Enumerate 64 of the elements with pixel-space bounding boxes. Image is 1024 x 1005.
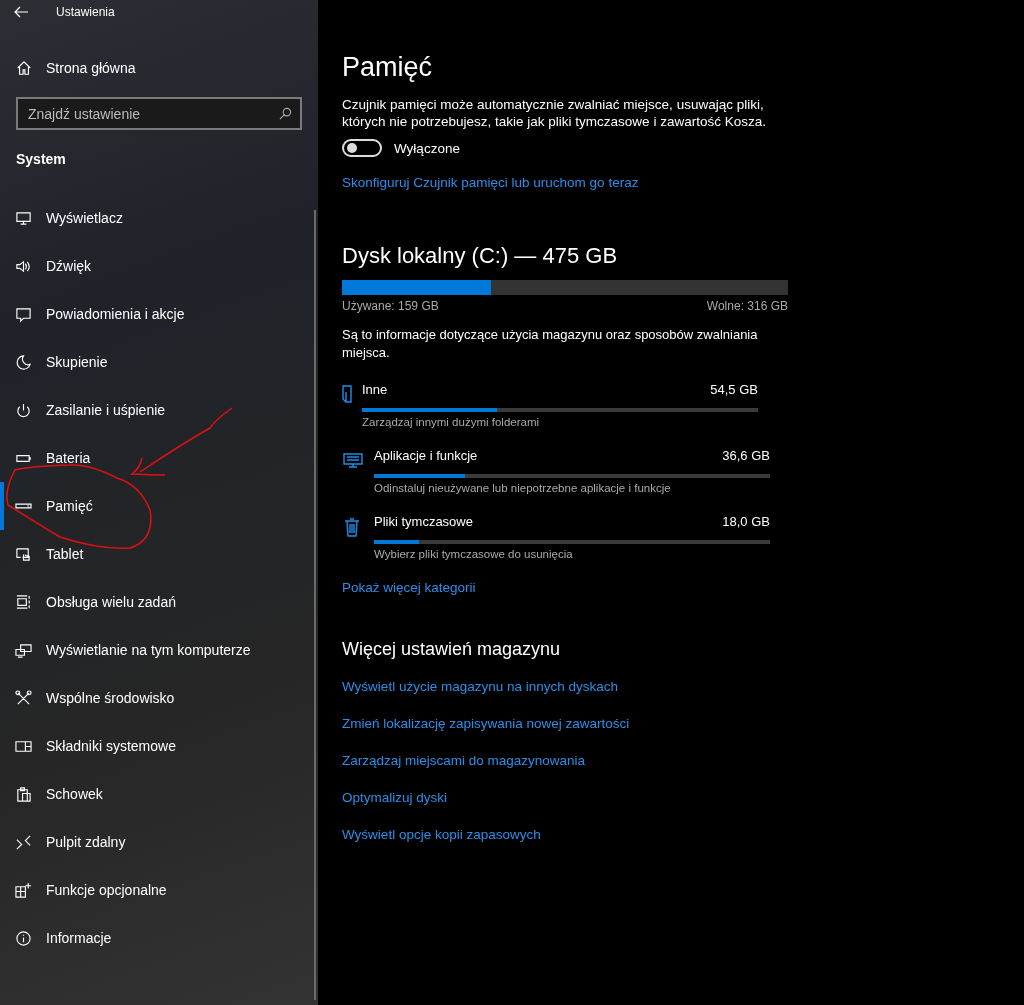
- category-size: 54,5 GB: [710, 382, 758, 399]
- grid-plus-icon: [15, 881, 32, 899]
- sidebar-item[interactable]: Bateria: [0, 434, 310, 482]
- page-title: Pamięć: [342, 51, 434, 84]
- search-field[interactable]: Znajdź ustawienie: [16, 97, 302, 130]
- sidebar-item[interactable]: Wyświetlanie na tym komputerze: [0, 626, 310, 674]
- settings-link[interactable]: Zmień lokalizację zapisywania nowej zawartości: [342, 716, 630, 731]
- storage-drive-icon: [15, 503, 32, 509]
- category-hint: Wybierz pliki tymczasowe do usunięcia: [374, 548, 574, 560]
- sidebar-item[interactable]: Tablet: [0, 530, 310, 578]
- scroll-bar[interactable]: [314, 210, 316, 1000]
- sidebar-item[interactable]: Składniki systemowe: [0, 722, 310, 770]
- window-title: Ustawienia: [56, 5, 115, 19]
- settings-link[interactable]: Wyświetl użycie magazynu na innych dyskach: [342, 679, 618, 694]
- category-hint: Odinstaluj nieużywane lub niepotrzebne aplikacje i funkcje: [374, 482, 672, 494]
- description-text: Czujnik pamięci może automatycznie zwalniać miejsce, usuwając pliki, których nie potrzebujesz, takie jak pliki tymczasowe i zawartość Kosza.: [342, 96, 767, 130]
- settings-link[interactable]: Wyświetl opcje kopii zapasowych: [342, 827, 541, 842]
- sidebar-item[interactable]: Powiadomienia i akcje: [0, 290, 310, 338]
- category-size: 18,0 GB: [722, 514, 770, 531]
- sidebar-item[interactable]: Schowek: [0, 770, 310, 818]
- home-link[interactable]: Strona główna: [16, 56, 136, 80]
- shared-nodes-icon: [15, 689, 32, 707]
- sidebar-item[interactable]: Zasilanie i uśpienie: [0, 386, 310, 434]
- search-icon: [279, 107, 292, 120]
- sidebar-item[interactable]: Wyświetlacz: [0, 194, 310, 242]
- category-hint: Zarządzaj innymi dużymi folderami: [362, 416, 541, 428]
- tablet-touch-icon: [15, 545, 32, 563]
- settings-link[interactable]: Optymalizuj dyski: [342, 790, 448, 805]
- settings-link[interactable]: Zarządzaj miejscami do magazynowania: [342, 753, 586, 768]
- multitasking-icon: [15, 593, 32, 611]
- home-icon: [16, 60, 32, 76]
- used-space-label: Używane: 159 GB: [342, 299, 439, 313]
- document-icon: [342, 385, 352, 403]
- section-heading: System: [16, 150, 67, 168]
- clipboard-icon: [15, 785, 32, 803]
- sidebar-item[interactable]: Funkcje opcjonalne: [0, 866, 310, 914]
- projection-screens-icon: [15, 641, 32, 659]
- info-text: Są to informacje dotyczące użycia magazynu oraz sposobów zwalniania miejsca.: [342, 326, 759, 362]
- category-size: 36,6 GB: [722, 448, 770, 465]
- moon-icon: [15, 353, 32, 371]
- sidebar-item[interactable]: Pulpit zdalny: [0, 818, 310, 866]
- back-arrow-icon[interactable]: [14, 6, 28, 18]
- free-space-label: Wolne: 316 GB: [706, 299, 788, 313]
- remote-arrows-icon: [15, 833, 32, 851]
- sidebar-item[interactable]: Wspólne środowisko: [0, 674, 310, 722]
- info-icon: [15, 929, 32, 947]
- sidebar-item[interactable]: Dźwięk: [0, 242, 310, 290]
- category-name[interactable]: Aplikacje i funkcje: [374, 448, 478, 466]
- toggle-label: Wyłączone: [394, 140, 460, 156]
- configure-link[interactable]: Skonfiguruj Czujnik pamięci lub uruchom go teraz: [342, 175, 639, 190]
- sidebar-item[interactable]: Informacje: [0, 914, 310, 962]
- disk-heading: Dysk lokalny (C:) — 475 GB: [342, 242, 619, 270]
- category-name[interactable]: Pliki tymczasowe: [374, 514, 473, 532]
- speech-bubble-icon: [15, 305, 32, 323]
- toggle-switch[interactable]: [342, 139, 382, 157]
- show-more-link[interactable]: Pokaż więcej kategorii: [342, 580, 476, 595]
- power-icon: [15, 401, 32, 419]
- category-name[interactable]: Inne: [362, 382, 388, 400]
- sidebar-item[interactable]: Skupienie: [0, 338, 310, 386]
- keyboard-monitor-icon: [342, 451, 364, 471]
- sidebar-item[interactable]: Pamięć: [0, 482, 310, 530]
- sidebar-item[interactable]: Obsługa wielu zadań: [0, 578, 310, 626]
- monitor-icon: [15, 209, 32, 227]
- section-heading: Więcej ustawień magazynu: [342, 638, 562, 661]
